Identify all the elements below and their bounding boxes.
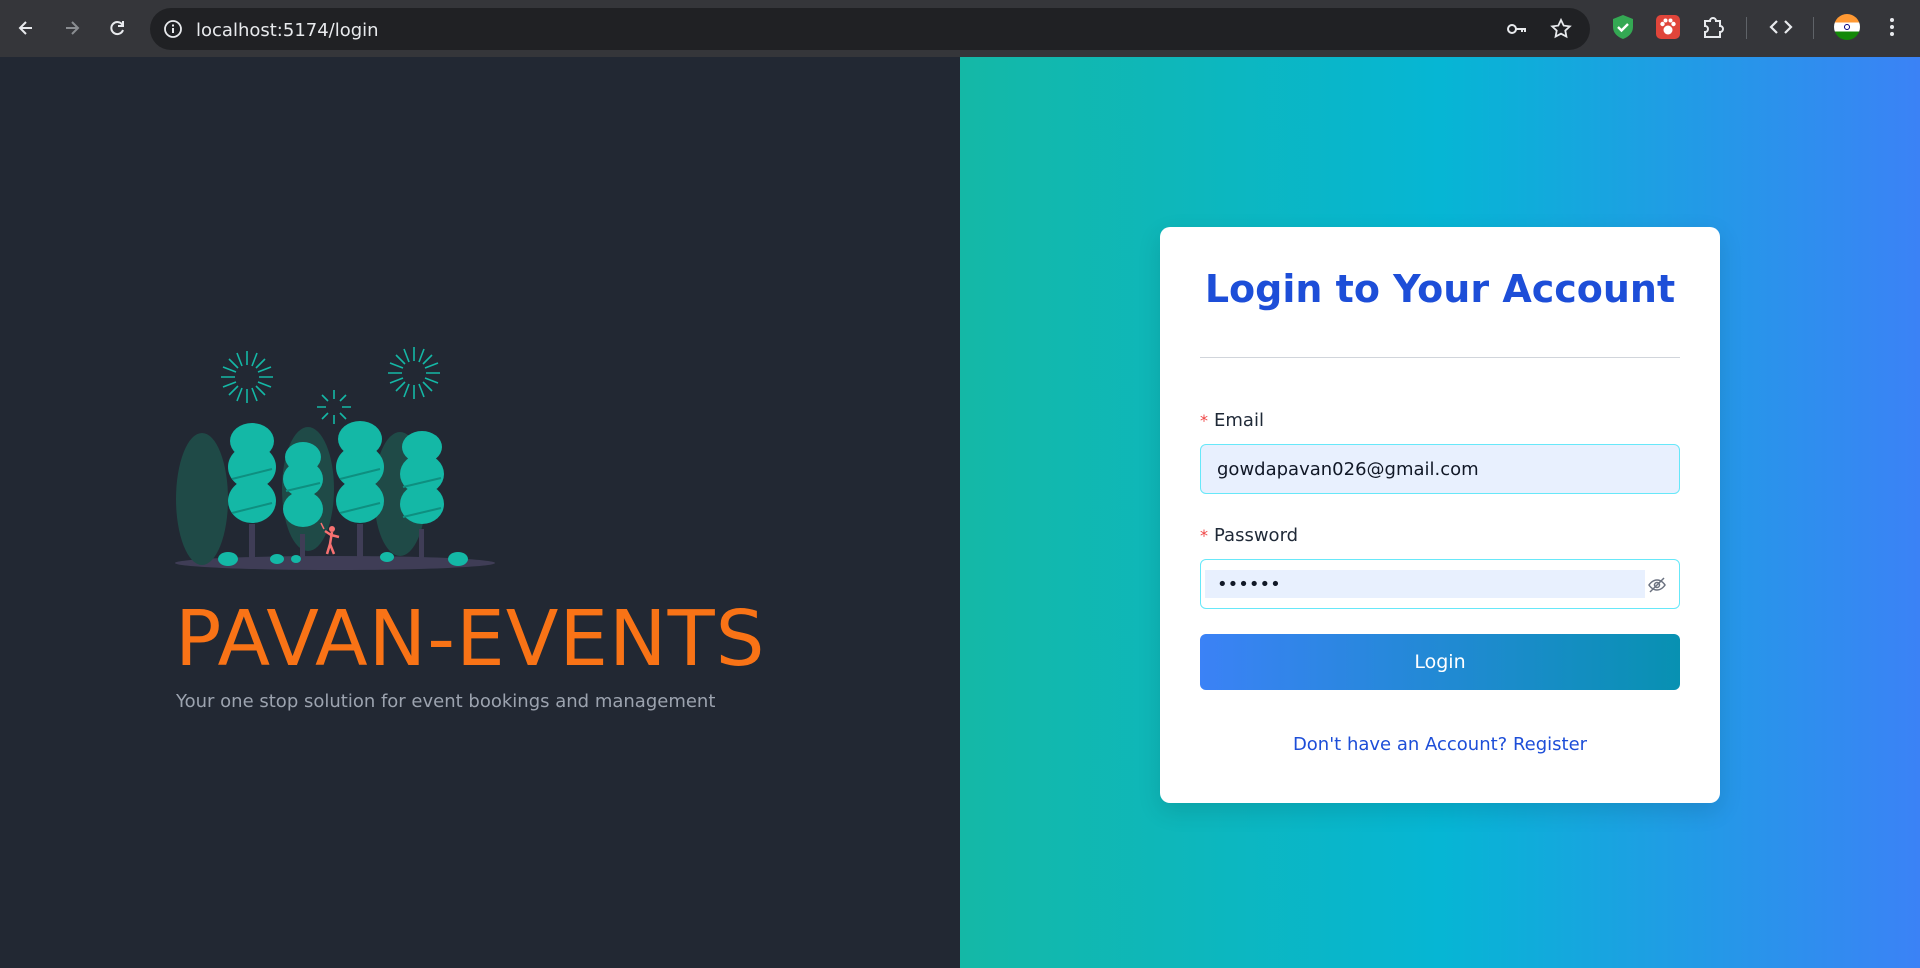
reload-icon (110, 21, 124, 36)
puzzle-extensions-icon[interactable] (1700, 13, 1726, 41)
password-field-wrapper (1200, 559, 1680, 609)
eye-slash-icon[interactable] (1647, 575, 1667, 595)
back-button[interactable] (8, 10, 44, 46)
register-link[interactable]: Don't have an Account? Register (1160, 734, 1720, 755)
url-text: localhost:5174/login (196, 20, 379, 41)
required-mark: * (1200, 526, 1208, 545)
email-label: * Email (1200, 410, 1264, 431)
login-card: Login to Your Account * Email * Password L… (1160, 227, 1720, 803)
email-label-text: Email (1214, 410, 1264, 431)
reload-button[interactable] (99, 10, 135, 46)
forward-button[interactable] (54, 10, 90, 46)
password-label-text: Password (1214, 525, 1299, 546)
required-mark: * (1200, 411, 1208, 430)
trees-fireworks-illustration (175, 347, 495, 570)
menu-kebab-icon[interactable] (1880, 13, 1904, 41)
toolbar-divider (1746, 17, 1747, 39)
title-divider (1200, 357, 1680, 358)
password-label: * Password (1200, 525, 1298, 546)
profile-flag-icon[interactable] (1833, 13, 1861, 41)
brand-panel: PAVAN-EVENTS Your one stop solution for … (0, 57, 960, 968)
shield-extension-icon[interactable] (1610, 13, 1636, 41)
brand-title: PAVAN-EVENTS (175, 595, 766, 684)
login-button[interactable]: Login (1200, 634, 1680, 690)
address-bar[interactable]: localhost:5174/login (150, 8, 1590, 50)
login-panel: Login to Your Account * Email * Password L… (960, 57, 1920, 968)
toolbar-divider (1813, 17, 1814, 39)
email-field[interactable] (1200, 444, 1680, 494)
browser-toolbar: localhost:5174/login (0, 0, 1920, 57)
password-field[interactable] (1205, 570, 1645, 598)
back-arrow-icon (18, 21, 32, 35)
forward-arrow-icon (66, 21, 80, 35)
paw-extension-icon[interactable] (1655, 13, 1681, 41)
site-info-icon[interactable] (162, 18, 184, 40)
devtools-code-icon[interactable] (1767, 13, 1795, 41)
page-content: PAVAN-EVENTS Your one stop solution for … (0, 57, 1920, 968)
brand-tagline: Your one stop solution for event booking… (176, 691, 716, 712)
password-key-icon[interactable] (1505, 17, 1529, 41)
bookmark-star-icon[interactable] (1549, 17, 1573, 41)
login-title: Login to Your Account (1204, 267, 1676, 311)
